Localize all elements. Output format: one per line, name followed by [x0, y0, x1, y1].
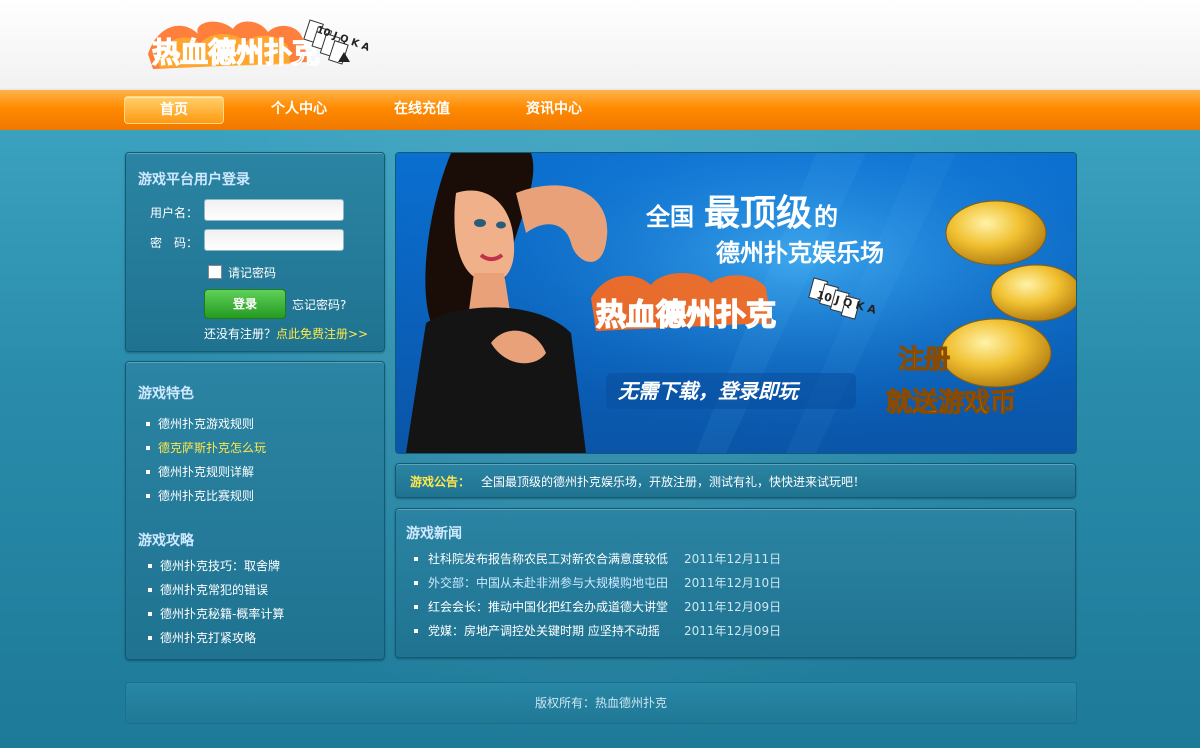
login-panel: 游戏平台用户登录 用户名： 密 码： 请记密码 登录 忘记密码? 还没有注册？ …	[125, 152, 385, 352]
bullet-icon	[148, 587, 152, 592]
bullet-icon	[146, 421, 150, 426]
nav-profile[interactable]: 个人中心	[250, 96, 348, 122]
remember-checkbox[interactable]	[208, 265, 222, 279]
bullet-icon	[148, 563, 152, 568]
bullet-icon	[146, 493, 150, 498]
promo-banner[interactable]: 全国 最顶级 的 德州扑克娱乐场 热血德州扑克 10 J Q K A 无需下载，…	[395, 152, 1077, 454]
bullet-icon	[146, 445, 150, 450]
forgot-password-link[interactable]: 忘记密码?	[292, 296, 346, 313]
list-item[interactable]: 德州扑克技巧：取舍牌	[148, 554, 284, 578]
list-item[interactable]: 德州扑克比赛规则	[146, 484, 266, 508]
username-input[interactable]	[204, 199, 344, 221]
news-date: 2011年12月09日	[684, 600, 782, 614]
svg-text:注册: 注册	[898, 344, 950, 375]
bullet-icon	[148, 611, 152, 616]
svg-text:德州扑克娱乐场: 德州扑克娱乐场	[716, 239, 884, 267]
bullet-icon	[414, 628, 418, 633]
password-input[interactable]	[204, 229, 344, 251]
bullet-icon	[148, 635, 152, 640]
features-list: 德州扑克游戏规则 德克萨斯扑克怎么玩 德州扑克规则详解 德州扑克比赛规则	[146, 412, 266, 508]
notice-text: 全国最顶级的德州扑克娱乐场，开放注册，测试有礼，快快进来试玩吧！	[481, 475, 866, 489]
nav-news[interactable]: 资讯中心	[505, 96, 603, 122]
banner-art: 全国 最顶级 的 德州扑克娱乐场 热血德州扑克 10 J Q K A 无需下载，…	[396, 153, 1076, 453]
news-panel: 游戏新闻 社科院发布报告称农民工对新农合满意度较低 2011年12月11日 外交…	[395, 508, 1076, 658]
list-item[interactable]: 德州扑克游戏规则	[146, 412, 266, 436]
news-item[interactable]: 外交部：中国从未赴非洲参与大规模购地屯田 2011年12月10日	[414, 571, 781, 595]
bullet-icon	[146, 469, 150, 474]
news-item[interactable]: 党媒：房地产调控处关键时期 应坚持不动摇 2011年12月09日	[414, 619, 781, 643]
list-item[interactable]: 德州扑克常犯的错误	[148, 578, 284, 602]
svg-text:就送游戏币: 就送游戏币	[886, 388, 1016, 418]
coin-shape	[990, 264, 1076, 322]
no-account-text: 还没有注册？	[204, 327, 277, 341]
header: 热血德州扑克 10 J Q K A	[0, 0, 1200, 90]
nav-home[interactable]: 首页	[124, 96, 224, 124]
list-item[interactable]: 德州扑克规则详解	[146, 460, 266, 484]
login-title: 游戏平台用户登录	[138, 172, 250, 188]
news-item[interactable]: 红会会长：推动中国化把红会办成道德大讲堂 2011年12月09日	[414, 595, 781, 619]
login-button[interactable]: 登录	[204, 289, 286, 319]
svg-text:热血德州扑克: 热血德州扑克	[152, 36, 320, 69]
bullet-icon	[414, 556, 418, 561]
password-label: 密 码：	[150, 236, 199, 250]
bullet-icon	[414, 604, 418, 609]
nav-recharge[interactable]: 在线充值	[373, 96, 471, 122]
news-title-text: 社科院发布报告称农民工对新农合满意度较低	[428, 552, 669, 566]
svg-text:的: 的	[814, 203, 838, 231]
features-title: 游戏特色	[138, 386, 194, 402]
svg-text:全国: 全国	[645, 203, 694, 231]
strategy-list: 德州扑克技巧：取舍牌 德州扑克常犯的错误 德州扑克秘籍-概率计算 德州扑克打紧攻…	[148, 554, 284, 650]
remember-label: 请记密码	[228, 266, 277, 280]
news-title-text: 党媒：房地产调控处关键时期 应坚持不动摇	[428, 624, 660, 638]
news-date: 2011年12月11日	[684, 552, 782, 566]
notice-label: 游戏公告：	[410, 475, 471, 489]
dress-shape	[406, 307, 586, 453]
list-item[interactable]: 德州扑克打紧攻略	[148, 626, 284, 650]
news-title-text: 外交部：中国从未赴非洲参与大规模购地屯田	[428, 576, 669, 590]
coin-shape	[940, 318, 1052, 388]
notice-bar: 游戏公告： 全国最顶级的德州扑克娱乐场，开放注册，测试有礼，快快进来试玩吧！	[395, 463, 1076, 498]
bullet-icon	[414, 580, 418, 585]
guide-panel: 游戏特色 德州扑克游戏规则 德克萨斯扑克怎么玩 德州扑克规则详解 德州扑克比赛规…	[125, 361, 385, 660]
svg-text:无需下载，登录即玩: 无需下载，登录即玩	[618, 379, 801, 403]
main-nav: 首页 个人中心 在线充值 资讯中心	[0, 90, 1200, 130]
news-title: 游戏新闻	[406, 526, 462, 542]
news-date: 2011年12月09日	[684, 624, 782, 638]
svg-text:热血德州扑克: 热血德州扑克	[596, 298, 776, 333]
username-label: 用户名：	[150, 206, 199, 220]
strategy-title: 游戏攻略	[138, 533, 194, 549]
coin-shape	[945, 200, 1047, 266]
list-item[interactable]: 德州扑克秘籍-概率计算	[148, 602, 284, 626]
list-item[interactable]: 德克萨斯扑克怎么玩	[146, 436, 266, 460]
news-item[interactable]: 社科院发布报告称农民工对新农合满意度较低 2011年12月11日	[414, 547, 781, 571]
footer: 版权所有：热血德州扑克	[125, 682, 1077, 724]
svg-text:最顶级: 最顶级	[704, 193, 812, 234]
register-link[interactable]: 点此免费注册>>	[276, 325, 368, 342]
news-title-text: 红会会长：推动中国化把红会办成道德大讲堂	[428, 600, 669, 614]
news-date: 2011年12月10日	[684, 576, 782, 590]
site-logo[interactable]: 热血德州扑克 10 J Q K A	[138, 14, 383, 76]
